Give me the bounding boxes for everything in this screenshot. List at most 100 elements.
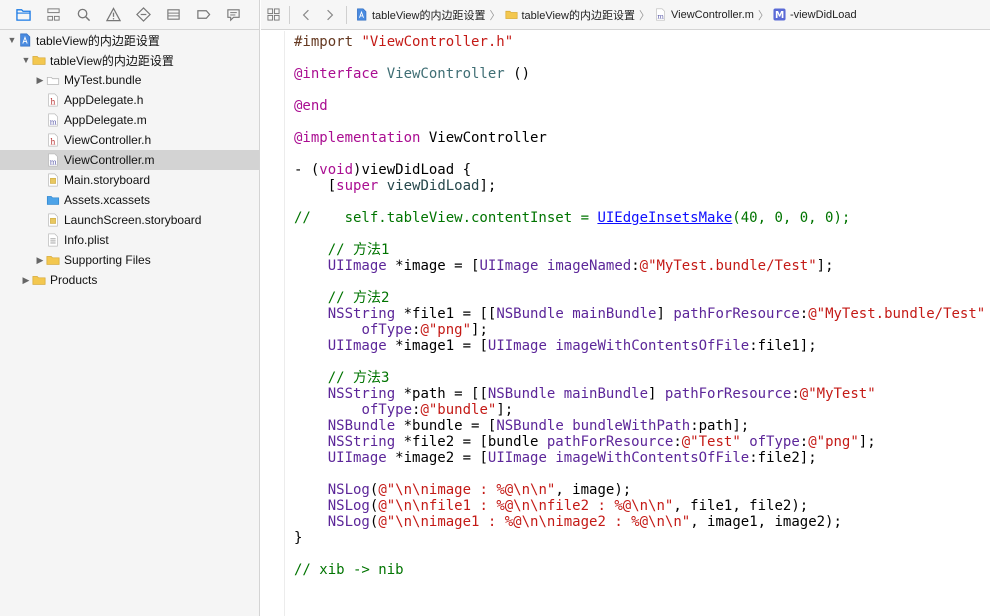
folder-icon (32, 53, 46, 67)
code-token: (40, 0, 0, 0); (732, 210, 851, 226)
implementation-file-icon: m (46, 153, 60, 167)
code-line: UIImage *image1 = [UIImage imageWithCont… (294, 338, 990, 354)
file-tree-item-label: Main.storyboard (64, 173, 151, 187)
code-token[interactable]: UIEdgeInsetsMake (597, 210, 732, 226)
file-tree-item[interactable]: Assets.xcassets (0, 190, 259, 210)
file-tree-item[interactable]: LaunchScreen.storyboard (0, 210, 259, 230)
svg-text:h: h (50, 97, 55, 106)
breadcrumb-item[interactable]: tableView的内边距设置 (355, 7, 486, 23)
jump-bar-divider (289, 5, 290, 24)
code-token: ]; (496, 402, 514, 418)
file-tree-item[interactable]: ▶ Supporting Files (0, 250, 259, 270)
code-token: , file1, file2); (673, 498, 809, 514)
file-tree-item[interactable]: ▶ Products (0, 270, 259, 290)
code-token: @"png" (420, 322, 472, 338)
file-tree-item[interactable]: ▼ tableView的内边距设置 (0, 30, 259, 50)
svg-text:m: m (657, 13, 664, 21)
related-items-icon[interactable] (261, 3, 285, 27)
code-token: mainBundle (563, 386, 649, 402)
warning-icon[interactable] (98, 3, 128, 27)
debug-icon[interactable] (158, 3, 188, 27)
hierarchy-icon[interactable] (38, 3, 68, 27)
code-token: NSString (327, 306, 396, 322)
code-line: ofType:@"bundle"]; (294, 402, 990, 418)
source-editor[interactable]: #import "ViewController.h" @interface Vi… (294, 34, 990, 616)
code-line: NSString *path = [[NSBundle mainBundle] … (294, 386, 990, 402)
code-token: UIImage (327, 338, 387, 354)
code-token: @end (294, 98, 328, 114)
code-line: ofType:@"png"]; (294, 322, 990, 338)
code-token: [ (294, 178, 337, 194)
code-token: // 方法1 (294, 242, 390, 258)
code-token: : (799, 434, 809, 450)
breadcrumb-item[interactable]: tableView的内边距设置 (504, 7, 635, 23)
bundle-icon (46, 73, 60, 87)
code-line: UIImage *image = [UIImage imageNamed:@"M… (294, 258, 990, 274)
breadcrumb-chevron-icon: 〉 (639, 9, 650, 22)
disclosure-open-icon[interactable]: ▼ (20, 55, 32, 65)
code-token: ViewController (428, 130, 547, 146)
code-line: // 方法1 (294, 242, 990, 258)
folder-icon (46, 253, 60, 267)
code-token: *file2 = [bundle (395, 434, 547, 450)
jump-bar-divider (346, 5, 347, 24)
code-token: imageWithContentsOfFile (555, 338, 750, 354)
code-token: ]; (471, 322, 488, 338)
file-tree-item[interactable]: ▼ tableView的内边距设置 (0, 50, 259, 70)
code-token: NSBundle (327, 418, 396, 434)
report-icon[interactable] (218, 3, 248, 27)
search-icon[interactable] (68, 3, 98, 27)
file-tree-item-label: Info.plist (64, 233, 109, 247)
header-file-icon: h (46, 93, 60, 107)
code-token: *bundle = [ (395, 418, 497, 434)
code-token: ofType (361, 322, 413, 338)
code-token: #import (294, 34, 362, 50)
file-tree-item[interactable]: h AppDelegate.h (0, 90, 259, 110)
forward-arrow-icon[interactable] (318, 3, 342, 27)
folder-icon[interactable] (8, 3, 38, 27)
file-tree-item[interactable]: ▶ MyTest.bundle (0, 70, 259, 90)
breadcrumb-chevron-icon: 〉 (489, 9, 501, 22)
code-line: NSBundle *bundle = [NSBundle bundleWithP… (294, 418, 990, 434)
code-token: ofType (361, 402, 413, 418)
code-token: @interface (294, 66, 387, 82)
editor-gutter (261, 31, 285, 616)
disclosure-closed-icon[interactable]: ▶ (34, 75, 46, 86)
code-token: :path]; (690, 418, 750, 434)
breadcrumb-item[interactable]: M -viewDidLoad (773, 8, 857, 21)
breadcrumb-item[interactable]: m ViewController.m (654, 8, 754, 21)
code-token: super (336, 178, 379, 194)
code-token: ofType (749, 434, 800, 450)
breadcrumb-label: tableView的内边距设置 (372, 9, 486, 22)
file-tree-item[interactable]: Info.plist (0, 230, 259, 250)
code-line: // self.tableView.contentInset = UIEdgeI… (294, 210, 990, 226)
breakpoint-icon[interactable] (188, 3, 218, 27)
file-tree-item[interactable]: h ViewController.h (0, 130, 259, 150)
code-token: } (294, 530, 303, 546)
code-line: - (void)viewDidLoad { (294, 162, 990, 178)
disclosure-open-icon[interactable]: ▼ (6, 35, 18, 45)
code-token: - ( (294, 162, 320, 178)
implementation-file-icon: m (654, 8, 667, 21)
code-token: @"\n\nimage : %@\n\n" (378, 482, 556, 498)
code-token: *image1 = [ (386, 338, 488, 354)
back-arrow-icon[interactable] (294, 3, 318, 27)
file-tree-item[interactable]: m AppDelegate.m (0, 110, 259, 130)
disclosure-closed-icon[interactable]: ▶ (34, 255, 46, 266)
implementation-file-icon: m (46, 113, 60, 127)
code-token: : (673, 434, 682, 450)
code-token: @"MyTest" (799, 386, 876, 402)
file-tree-item[interactable]: m ViewController.m (0, 150, 259, 170)
test-icon[interactable] (128, 3, 158, 27)
disclosure-closed-icon[interactable]: ▶ (20, 275, 32, 286)
file-tree-item-label: tableView的内边距设置 (50, 53, 174, 68)
file-tree-item[interactable]: Main.storyboard (0, 170, 259, 190)
